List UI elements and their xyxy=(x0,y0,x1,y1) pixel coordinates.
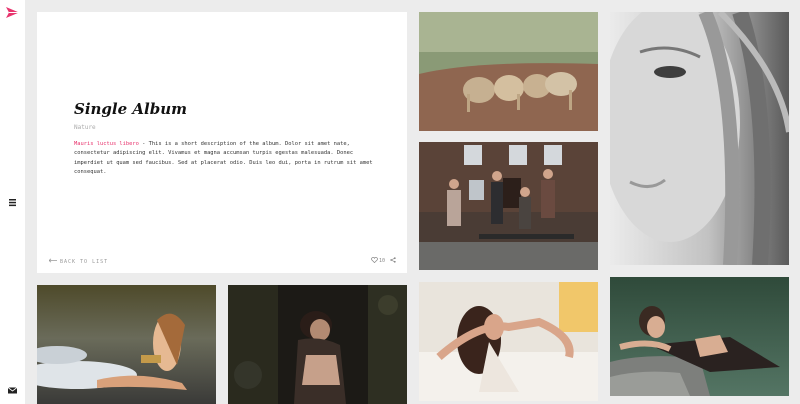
photo-woman-on-rock[interactable] xyxy=(610,277,789,396)
arrow-left-icon xyxy=(48,258,57,265)
heart-icon xyxy=(371,257,378,265)
like-count: 10 xyxy=(378,258,385,264)
photo-woman-in-forest[interactable] xyxy=(228,285,407,404)
sidebar xyxy=(0,0,25,404)
album-title: Single Album xyxy=(74,100,187,118)
photo-group-on-bench[interactable] xyxy=(419,142,598,270)
share-icon xyxy=(390,257,396,265)
back-to-list-link[interactable]: BACK TO LIST xyxy=(48,258,109,265)
photo-portrait-face[interactable] xyxy=(610,12,789,265)
album-actions: 10 xyxy=(371,257,396,265)
photo-woman-on-beach[interactable] xyxy=(37,285,216,404)
album-card: Single Album Nature Mauris luctus libero… xyxy=(37,12,407,273)
album-description-link[interactable]: Mauris luctus libero xyxy=(74,141,139,147)
photo-woman-in-bathtub[interactable] xyxy=(419,282,598,401)
share-button[interactable] xyxy=(390,257,396,265)
back-to-list-label: BACK TO LIST xyxy=(60,258,109,265)
album-description: Mauris luctus libero - This is a short d… xyxy=(74,140,374,178)
album-category: Nature xyxy=(74,124,96,131)
paper-plane-logo-icon[interactable] xyxy=(5,5,20,20)
photo-lions[interactable] xyxy=(419,12,598,131)
like-button[interactable]: 10 xyxy=(371,257,385,265)
envelope-icon[interactable] xyxy=(5,383,20,398)
hamburger-menu-icon[interactable] xyxy=(5,195,20,210)
